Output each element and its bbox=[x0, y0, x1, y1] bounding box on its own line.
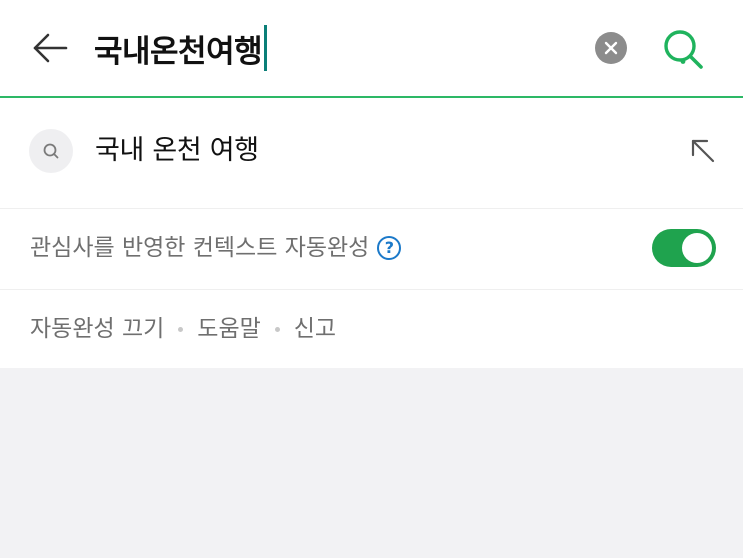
context-autocomplete-toggle[interactable] bbox=[652, 229, 716, 267]
context-autocomplete-label-wrap: 관심사를 반영한 컨텍스트 자동완성 ? bbox=[30, 230, 402, 266]
context-autocomplete-label: 관심사를 반영한 컨텍스트 자동완성 bbox=[30, 235, 370, 261]
separator-dot bbox=[274, 326, 280, 332]
clear-button[interactable] bbox=[595, 32, 627, 64]
search-bar: 국내온천여행 bbox=[0, 0, 743, 98]
search-button[interactable] bbox=[659, 25, 707, 73]
footer-links: 자동완성 끄기 도움말 신고 bbox=[30, 311, 336, 347]
arrow-left-icon bbox=[33, 33, 68, 63]
autocomplete-panel: 국내온천여행 국내 온천 여행 관심사를 반영한 컨텍스트 자동완성 ? 자동완… bbox=[0, 0, 743, 368]
suggestion-text: 국내 온천 여행 bbox=[95, 135, 259, 166]
search-input[interactable]: 국내온천여행 bbox=[94, 22, 268, 74]
search-small-icon bbox=[43, 143, 59, 159]
fill-query-button[interactable] bbox=[683, 131, 723, 171]
separator-dot bbox=[178, 326, 184, 332]
back-button[interactable] bbox=[28, 26, 72, 70]
toggle-knob bbox=[682, 233, 712, 263]
arrow-up-left-icon bbox=[691, 139, 715, 163]
search-icon bbox=[664, 30, 703, 69]
suggestion-icon-wrap bbox=[29, 129, 73, 173]
question-circle-icon[interactable]: ? bbox=[377, 236, 402, 260]
disable-autocomplete-link[interactable]: 자동완성 끄기 bbox=[30, 311, 164, 347]
footer-links-row: 자동완성 끄기 도움말 신고 bbox=[0, 290, 743, 368]
help-link[interactable]: 도움말 bbox=[197, 311, 260, 347]
suggestion-item[interactable]: 국내 온천 여행 bbox=[0, 98, 743, 209]
report-link[interactable]: 신고 bbox=[294, 311, 336, 347]
text-caret bbox=[264, 25, 268, 71]
clear-circle-icon bbox=[604, 41, 618, 55]
context-autocomplete-row: 관심사를 반영한 컨텍스트 자동완성 ? bbox=[0, 209, 743, 290]
search-query: 국내온천여행 bbox=[94, 33, 263, 70]
